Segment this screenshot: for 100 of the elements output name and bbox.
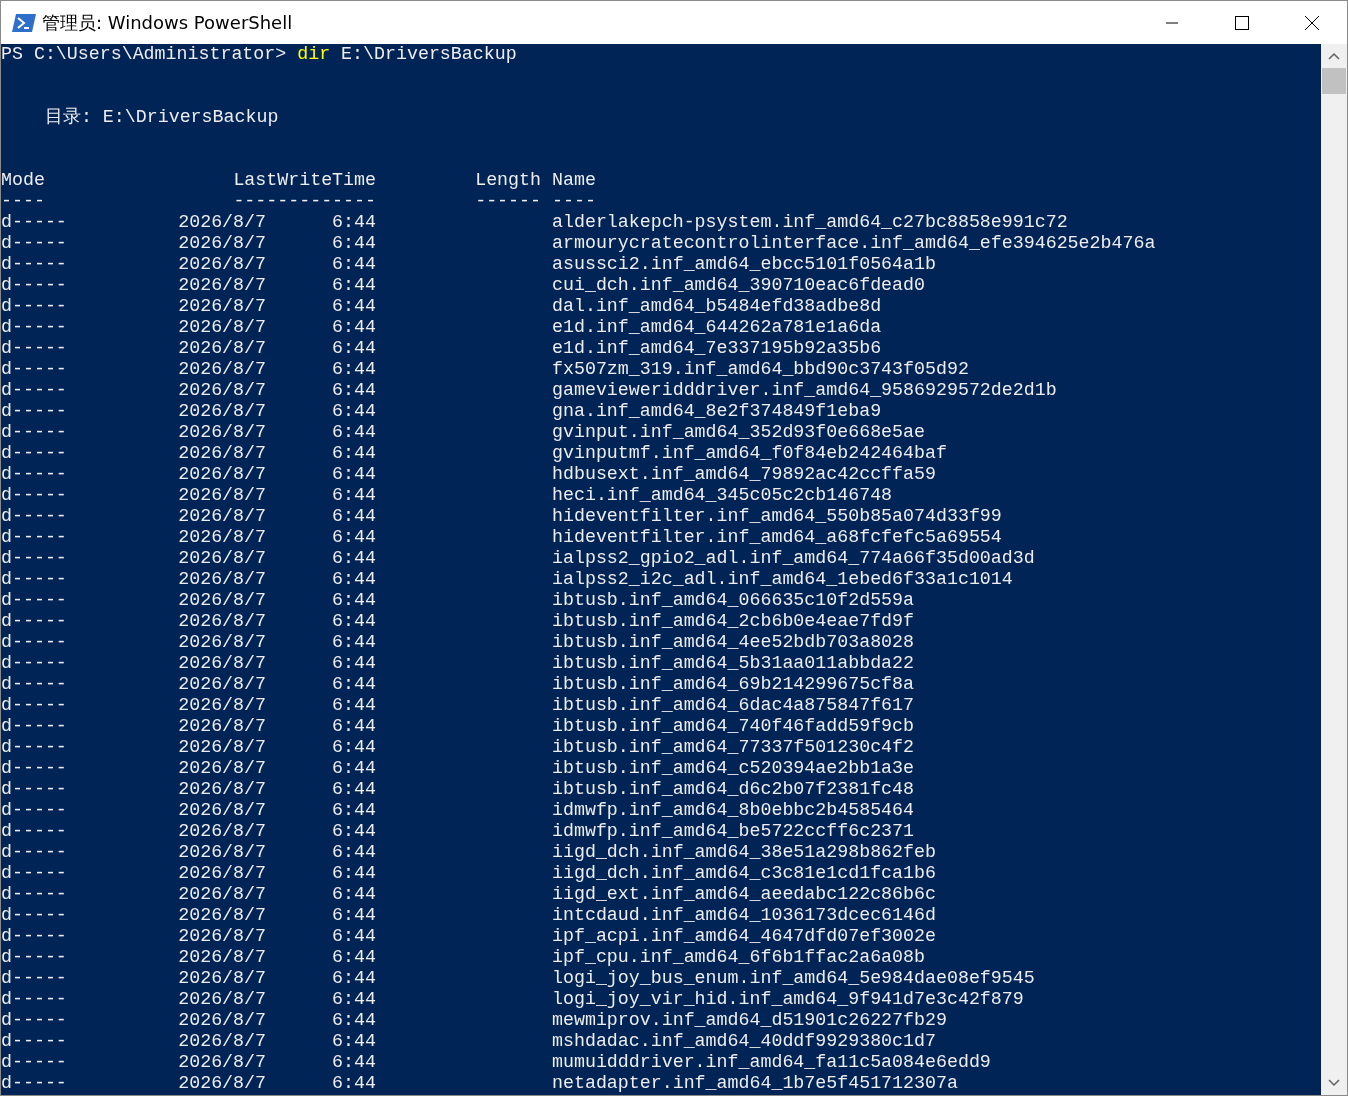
date-cell: 2026/8/7	[178, 1073, 266, 1094]
name-cell: gamevieweridddriver.inf_amd64_9586929572de2d1b	[552, 380, 1057, 401]
mode-cell: d-----	[1, 1010, 67, 1031]
date-cell: 2026/8/7	[178, 800, 266, 821]
time-cell: 6:44	[332, 926, 376, 947]
name-cell: netadapter.inf_amd64_1b7e5f451712307a	[552, 1073, 958, 1094]
name-cell: alderlakepch-psystem.inf_amd64_c27bc8858e991c72	[552, 212, 1068, 233]
time-cell: 6:44	[332, 737, 376, 758]
mode-cell: d-----	[1, 527, 67, 548]
time-cell: 6:44	[332, 905, 376, 926]
date-cell: 2026/8/7	[178, 443, 266, 464]
date-cell: 2026/8/7	[178, 842, 266, 863]
mode-cell: d-----	[1, 968, 67, 989]
time-cell: 6:44	[332, 800, 376, 821]
date-cell: 2026/8/7	[178, 548, 266, 569]
name-cell: gvinputmf.inf_amd64_f0f84eb242464baf	[552, 443, 947, 464]
time-cell: 6:44	[332, 548, 376, 569]
name-cell: gna.inf_amd64_8e2f374849f1eba9	[552, 401, 882, 422]
date-cell: 2026/8/7	[178, 905, 266, 926]
time-cell: 6:44	[332, 884, 376, 905]
name-cell: intcdaud.inf_amd64_1036173dcec6146d	[552, 905, 936, 926]
date-cell: 2026/8/7	[178, 254, 266, 275]
date-cell: 2026/8/7	[178, 1031, 266, 1052]
name-cell: logi_joy_vir_hid.inf_amd64_9f941d7e3c42f879	[552, 989, 1024, 1010]
name-cell: idmwfp.inf_amd64_be5722ccff6c2371	[552, 821, 915, 842]
time-cell: 6:44	[332, 779, 376, 800]
name-cell: ibtusb.inf_amd64_d6c2b07f2381fc48	[552, 779, 915, 800]
time-cell: 6:44	[332, 674, 376, 695]
time-cell: 6:44	[332, 485, 376, 506]
scrollbar-thumb[interactable]	[1322, 68, 1346, 94]
mode-cell: d-----	[1, 821, 67, 842]
date-cell: 2026/8/7	[178, 758, 266, 779]
name-cell: ibtusb.inf_amd64_066635c10f2d559a	[552, 590, 915, 611]
mode-cell: d-----	[1, 1073, 67, 1094]
date-cell: 2026/8/7	[178, 989, 266, 1010]
name-cell: ibtusb.inf_amd64_5b31aa011abbda22	[552, 653, 915, 674]
time-cell: 6:44	[332, 1010, 376, 1031]
time-cell: 6:44	[332, 758, 376, 779]
time-cell: 6:44	[332, 989, 376, 1010]
date-cell: 2026/8/7	[178, 527, 266, 548]
name-cell: ialpss2_i2c_adl.inf_amd64_1ebed6f33a1c1014	[552, 569, 1013, 590]
mode-cell: d-----	[1, 548, 67, 569]
mode-cell: d-----	[1, 695, 67, 716]
column-header: Length	[475, 170, 541, 191]
maximize-icon[interactable]	[1235, 15, 1249, 30]
time-cell: 6:44	[332, 233, 376, 254]
header-underline: ------	[475, 191, 541, 212]
time-cell: 6:44	[332, 1073, 376, 1094]
mode-cell: d-----	[1, 632, 67, 653]
name-cell: ipf_cpu.inf_amd64_6f6b1ffac2a6a08b	[552, 947, 925, 968]
column-header: Mode	[1, 170, 45, 191]
date-cell: 2026/8/7	[178, 632, 266, 653]
date-cell: 2026/8/7	[178, 275, 266, 296]
date-cell: 2026/8/7	[178, 968, 266, 989]
scrollbar[interactable]	[1321, 44, 1347, 1095]
time-cell: 6:44	[332, 821, 376, 842]
name-cell: heci.inf_amd64_345c05c2cb146748	[552, 485, 893, 506]
time-cell: 6:44	[332, 695, 376, 716]
mode-cell: d-----	[1, 464, 67, 485]
time-cell: 6:44	[332, 842, 376, 863]
column-header: LastWriteTime	[233, 170, 376, 191]
mode-cell: d-----	[1, 380, 67, 401]
time-cell: 6:44	[332, 338, 376, 359]
date-cell: 2026/8/7	[178, 590, 266, 611]
time-cell: 6:44	[332, 506, 376, 527]
mode-cell: d-----	[1, 233, 67, 254]
close-icon[interactable]	[1305, 15, 1319, 30]
date-cell: 2026/8/7	[178, 296, 266, 317]
mode-cell: d-----	[1, 212, 67, 233]
name-cell: gvinput.inf_amd64_352d93f0e668e5ae	[552, 422, 925, 443]
name-cell: mshdadac.inf_amd64_40ddf9929380c1d7	[552, 1031, 936, 1052]
date-cell: 2026/8/7	[178, 674, 266, 695]
column-header: Name	[552, 170, 596, 191]
name-cell: ibtusb.inf_amd64_c520394ae2bb1a3e	[552, 758, 915, 779]
name-cell: cui_dch.inf_amd64_390710eac6fdead0	[552, 275, 925, 296]
date-cell: 2026/8/7	[178, 359, 266, 380]
date-cell: 2026/8/7	[178, 380, 266, 401]
name-cell: logi_joy_bus_enum.inf_amd64_5e984dae08ef9545	[552, 968, 1035, 989]
scroll-up-icon[interactable]	[1328, 52, 1340, 60]
mode-cell: d-----	[1, 674, 67, 695]
scroll-down-icon[interactable]	[1328, 1079, 1340, 1087]
date-cell: 2026/8/7	[178, 485, 266, 506]
name-cell: mewmiprov.inf_amd64_d51901c26227fb29	[552, 1010, 947, 1031]
time-cell: 6:44	[332, 422, 376, 443]
date-cell: 2026/8/7	[178, 317, 266, 338]
mode-cell: d-----	[1, 884, 67, 905]
mode-cell: d-----	[1, 590, 67, 611]
time-cell: 6:44	[332, 254, 376, 275]
name-cell: mumuidddriver.inf_amd64_fa11c5a084e6edd9	[552, 1052, 991, 1073]
name-cell: iigd_ext.inf_amd64_aeedabc122c86b6c	[552, 884, 936, 905]
time-cell: 6:44	[332, 1052, 376, 1073]
mode-cell: d-----	[1, 1031, 67, 1052]
window-title: 管理员: Windows PowerShell	[42, 10, 293, 35]
mode-cell: d-----	[1, 779, 67, 800]
name-cell: ibtusb.inf_amd64_77337f501230c4f2	[552, 737, 915, 758]
name-cell: ibtusb.inf_amd64_740f46fadd59f9cb	[552, 716, 915, 737]
name-cell: ialpss2_gpio2_adl.inf_amd64_774a66f35d00ad3d	[552, 548, 1035, 569]
name-cell: ibtusb.inf_amd64_4ee52bdb703a8028	[552, 632, 915, 653]
mode-cell: d-----	[1, 926, 67, 947]
date-cell: 2026/8/7	[178, 716, 266, 737]
